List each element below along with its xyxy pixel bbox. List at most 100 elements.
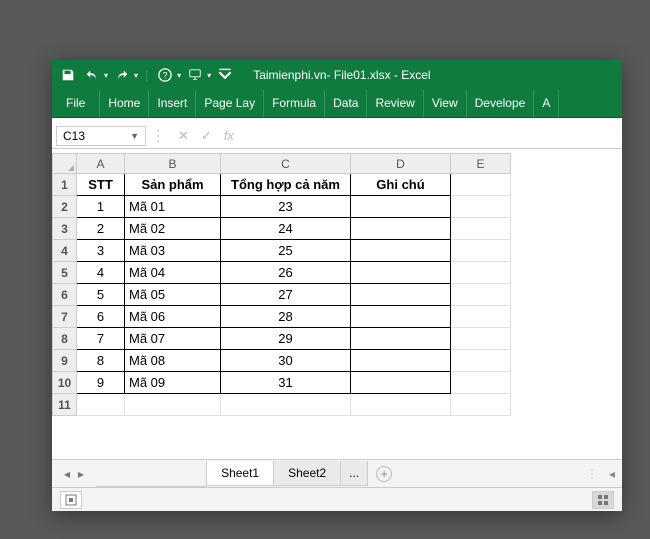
add-sheet-icon[interactable]: +	[376, 466, 392, 482]
cell-d11[interactable]	[351, 394, 451, 416]
tab-developer[interactable]: Develope	[467, 90, 535, 117]
cell-e6[interactable]	[451, 284, 511, 306]
tab-view[interactable]: View	[424, 90, 467, 117]
row-header-11[interactable]: 11	[53, 394, 77, 416]
tab-review[interactable]: Review	[367, 90, 423, 117]
cell-d8[interactable]	[351, 328, 451, 350]
sheet-tab-1[interactable]: Sheet1	[206, 461, 274, 486]
cell-e7[interactable]	[451, 306, 511, 328]
cell-a10[interactable]: 9	[77, 372, 125, 394]
cell-b8[interactable]: Mã 07	[125, 328, 221, 350]
cell-b2[interactable]: Mã 01	[125, 196, 221, 218]
cell-e2[interactable]	[451, 196, 511, 218]
row-header-3[interactable]: 3	[53, 218, 77, 240]
tab-addins[interactable]: A	[534, 90, 559, 117]
help-icon[interactable]: ?	[155, 66, 175, 84]
sheet-nav-next-icon[interactable]: ▸	[78, 467, 84, 481]
cell-c3[interactable]: 24	[221, 218, 351, 240]
cell-a4[interactable]: 3	[77, 240, 125, 262]
cell-a5[interactable]: 4	[77, 262, 125, 284]
cell-a9[interactable]: 8	[77, 350, 125, 372]
cell-b5[interactable]: Mã 04	[125, 262, 221, 284]
cell-d2[interactable]	[351, 196, 451, 218]
col-header-d[interactable]: D	[351, 154, 451, 174]
cell-e9[interactable]	[451, 350, 511, 372]
col-header-e[interactable]: E	[451, 154, 511, 174]
touch-mode-icon[interactable]	[185, 66, 205, 84]
hscroll-left-icon[interactable]: ◂	[602, 467, 622, 481]
redo-dropdown-icon[interactable]: ▾	[134, 71, 138, 80]
row-header-4[interactable]: 4	[53, 240, 77, 262]
header-gc[interactable]: Ghi chú	[351, 174, 451, 196]
cell-c8[interactable]: 29	[221, 328, 351, 350]
help-dropdown-icon[interactable]: ▾	[177, 71, 181, 80]
cell-b7[interactable]: Mã 06	[125, 306, 221, 328]
header-stt[interactable]: STT	[77, 174, 125, 196]
cell-d10[interactable]	[351, 372, 451, 394]
col-header-c[interactable]: C	[221, 154, 351, 174]
undo-icon[interactable]	[82, 66, 102, 84]
tab-home[interactable]: Home	[100, 90, 149, 117]
cell-a11[interactable]	[77, 394, 125, 416]
macro-record-icon[interactable]	[60, 491, 82, 509]
sheet-tab-overflow[interactable]: ...	[340, 461, 368, 486]
cell-a8[interactable]: 7	[77, 328, 125, 350]
fx-icon[interactable]: fx	[224, 128, 234, 143]
cell-e1[interactable]	[451, 174, 511, 196]
cell-c2[interactable]: 23	[221, 196, 351, 218]
cell-e8[interactable]	[451, 328, 511, 350]
cell-c7[interactable]: 28	[221, 306, 351, 328]
cell-c11[interactable]	[221, 394, 351, 416]
row-header-8[interactable]: 8	[53, 328, 77, 350]
undo-dropdown-icon[interactable]: ▾	[104, 71, 108, 80]
header-th[interactable]: Tổng hợp cả năm	[221, 174, 351, 196]
cell-b3[interactable]: Mã 02	[125, 218, 221, 240]
row-header-2[interactable]: 2	[53, 196, 77, 218]
cell-e10[interactable]	[451, 372, 511, 394]
row-header-6[interactable]: 6	[53, 284, 77, 306]
row-header-7[interactable]: 7	[53, 306, 77, 328]
tab-data[interactable]: Data	[325, 90, 367, 117]
cell-b9[interactable]: Mã 08	[125, 350, 221, 372]
cell-c9[interactable]: 30	[221, 350, 351, 372]
col-header-b[interactable]: B	[125, 154, 221, 174]
cell-c6[interactable]: 27	[221, 284, 351, 306]
tab-formulas[interactable]: Formula	[264, 90, 325, 117]
cell-d3[interactable]	[351, 218, 451, 240]
row-header-9[interactable]: 9	[53, 350, 77, 372]
cell-c10[interactable]: 31	[221, 372, 351, 394]
cell-e3[interactable]	[451, 218, 511, 240]
header-sp[interactable]: Sản phẩm	[125, 174, 221, 196]
redo-icon[interactable]	[112, 66, 132, 84]
tab-file[interactable]: File	[52, 90, 100, 117]
cell-e11[interactable]	[451, 394, 511, 416]
qat-customize-icon[interactable]	[215, 66, 235, 84]
touch-dropdown-icon[interactable]: ▾	[207, 71, 211, 80]
name-box[interactable]: C13 ▼	[56, 126, 146, 146]
cancel-icon[interactable]: ✕	[178, 128, 189, 144]
row-header-1[interactable]: 1	[53, 174, 77, 196]
cell-b11[interactable]	[125, 394, 221, 416]
cell-a2[interactable]: 1	[77, 196, 125, 218]
cell-a7[interactable]: 6	[77, 306, 125, 328]
cell-b10[interactable]: Mã 09	[125, 372, 221, 394]
cell-e4[interactable]	[451, 240, 511, 262]
tab-insert[interactable]: Insert	[149, 90, 196, 117]
cell-d4[interactable]	[351, 240, 451, 262]
cell-e5[interactable]	[451, 262, 511, 284]
enter-icon[interactable]: ✓	[201, 128, 212, 144]
cell-a3[interactable]: 2	[77, 218, 125, 240]
cell-d5[interactable]	[351, 262, 451, 284]
sheet-nav-prev-icon[interactable]: ◂	[64, 467, 70, 481]
cell-a6[interactable]: 5	[77, 284, 125, 306]
view-normal-icon[interactable]	[592, 491, 614, 509]
name-box-dropdown-icon[interactable]: ▼	[130, 131, 139, 141]
cell-d9[interactable]	[351, 350, 451, 372]
row-header-10[interactable]: 10	[53, 372, 77, 394]
cell-d7[interactable]	[351, 306, 451, 328]
cell-b6[interactable]: Mã 05	[125, 284, 221, 306]
cell-c5[interactable]: 26	[221, 262, 351, 284]
select-all-corner[interactable]	[53, 154, 77, 174]
row-header-5[interactable]: 5	[53, 262, 77, 284]
formula-input[interactable]	[246, 127, 622, 145]
